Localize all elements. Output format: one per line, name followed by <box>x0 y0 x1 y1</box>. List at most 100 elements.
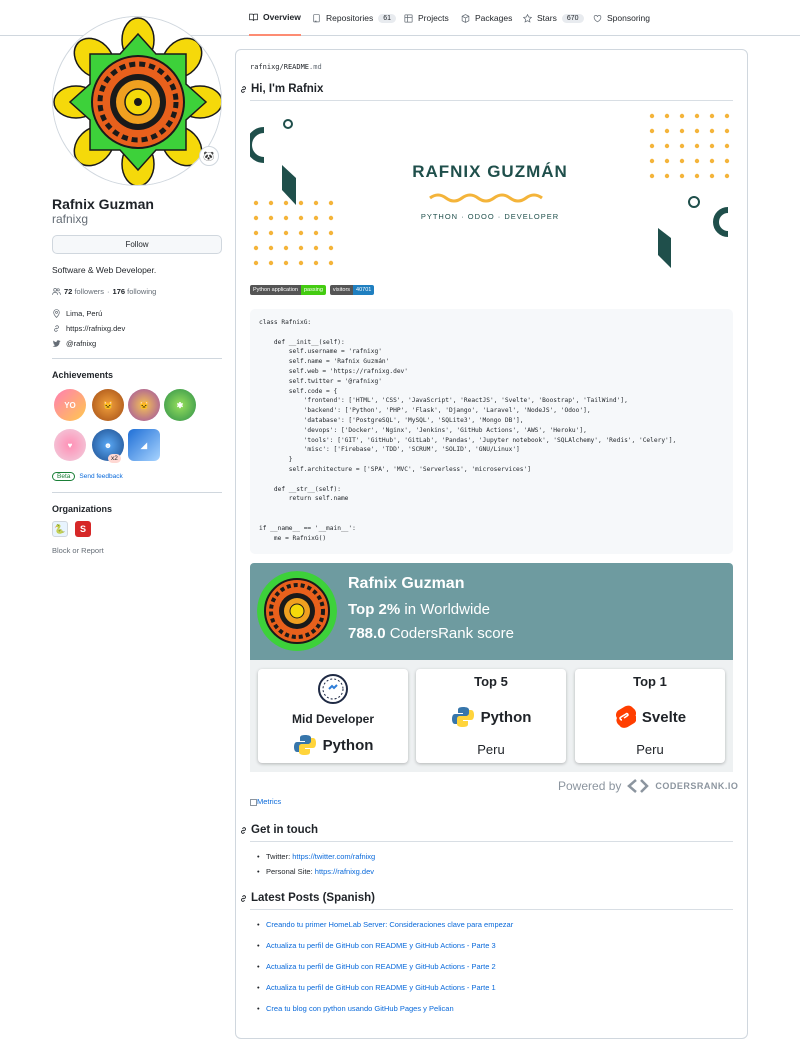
following-link[interactable]: 176 following <box>113 287 157 296</box>
banner-dot <box>724 143 730 149</box>
avatar[interactable] <box>52 16 222 186</box>
rank-scope: in Worldwide <box>404 601 490 618</box>
breadcrumb-user-link[interactable]: rafnixg <box>250 63 280 71</box>
post-link[interactable]: Actualiza tu perfil de GitHub con README… <box>266 941 496 950</box>
banner-dot <box>253 230 259 236</box>
banner-dot <box>664 143 670 149</box>
tab-projects[interactable]: Projects <box>404 0 449 36</box>
codersrank-python-box: Top 5 Python Peru <box>416 669 566 763</box>
top-percent: Top 2% <box>348 601 401 618</box>
badge-row: Python application passing visitors 4070… <box>250 285 375 295</box>
list-item: Crea tu blog con python usando GitHub Pa… <box>257 1004 513 1013</box>
achievement-pull-shark-icon[interactable]: 🐱 <box>128 389 160 421</box>
anchor-link-icon[interactable] <box>239 826 248 835</box>
list-item: Actualiza tu perfil de GitHub con README… <box>257 941 513 950</box>
followers-link[interactable]: 72 followers <box>64 287 104 296</box>
people-icon <box>52 288 61 295</box>
organization-avatar-2[interactable]: S <box>75 521 91 537</box>
banner-dot <box>679 128 685 134</box>
book-icon <box>249 13 258 21</box>
heading-text: Latest Posts (Spanish) <box>251 892 375 904</box>
banner-dot <box>253 200 259 206</box>
score-value: 788.0 <box>348 625 386 642</box>
powered-by[interactable]: Powered by CODERSRANK.IO <box>558 778 738 794</box>
banner-dot <box>328 260 334 266</box>
tab-stars[interactable]: Stars 670 <box>523 0 584 36</box>
website-link[interactable]: https://rafnixg.dev <box>66 324 125 333</box>
tab-overview[interactable]: Overview <box>249 0 301 36</box>
achievement-arctic-code-vault-icon[interactable]: ✱ <box>164 389 196 421</box>
banner-dot <box>313 200 319 206</box>
banner-dot <box>664 128 670 134</box>
anchor-link-icon[interactable] <box>239 894 248 903</box>
post-link[interactable]: Creando tu primer HomeLab Server: Consid… <box>266 920 513 929</box>
banner-dot <box>328 230 334 236</box>
banner-dot <box>298 230 304 236</box>
banner-dot <box>313 245 319 251</box>
status-emoji-icon[interactable]: 🐼 <box>199 146 219 166</box>
svelte-icon <box>615 705 636 728</box>
get-in-touch-heading: Get in touch <box>239 824 318 836</box>
beta-feedback-row: Beta Send feedback <box>52 472 123 481</box>
heart-icon <box>593 14 602 22</box>
codersrank-widget-header[interactable]: Rafnix Guzman Top 2% in Worldwide 788.0 … <box>250 563 733 660</box>
rank-language: Python <box>416 705 566 729</box>
anchor-link-icon[interactable] <box>239 85 248 94</box>
location-text: Lima, Perú <box>66 309 103 318</box>
rank-location: Peru <box>636 742 664 757</box>
tab-repositories[interactable]: Repositories 61 <box>312 0 397 36</box>
badge-right: passing <box>300 285 326 295</box>
python-icon <box>451 707 474 727</box>
twitter-url-link[interactable]: https://twitter.com/rafnixg <box>292 852 375 861</box>
achievement-yolo-icon[interactable]: YO <box>54 389 86 421</box>
banner-dot <box>649 128 655 134</box>
visitors-badge[interactable]: visitors 40701 <box>329 285 375 295</box>
code-content: class RafnixG: def __init__(self): self.… <box>259 319 677 542</box>
badge-right: 40701 <box>353 285 375 295</box>
posts-list: Creando tu primer HomeLab Server: Consid… <box>257 920 513 1013</box>
package-icon <box>461 13 470 23</box>
follow-button[interactable]: Follow <box>52 235 222 254</box>
twitter-item: @rafnixg <box>52 339 96 348</box>
banner-dot <box>253 245 259 251</box>
banner-dot <box>679 143 685 149</box>
star-icon <box>523 13 532 23</box>
codersrank-avatar <box>257 571 337 651</box>
send-feedback-link[interactable]: Send feedback <box>79 473 122 480</box>
location-pin-icon <box>53 309 60 318</box>
post-link[interactable]: Actualiza tu perfil de GitHub con README… <box>266 962 496 971</box>
codersrank-svelte-box: Top 1 Svelte Peru <box>575 669 725 763</box>
twitter-handle[interactable]: @rafnixg <box>66 339 96 348</box>
achievement-heart-icon[interactable]: ♥ <box>54 429 86 461</box>
mandala-avatar-image <box>53 17 221 185</box>
metrics-alt-text: Metrics <box>257 797 282 806</box>
achievement-quickdraw-icon[interactable]: 🐱 <box>92 389 124 421</box>
codersrank-level-box: Mid Developer Python <box>258 669 408 763</box>
codersrank-score-line: 788.0 CodersRank score <box>348 625 514 642</box>
repo-icon <box>313 13 320 22</box>
banner-dot <box>313 230 319 236</box>
developer-badge-icon <box>318 674 348 704</box>
site-label: Personal Site: <box>266 867 313 876</box>
language-name: Python <box>322 736 374 754</box>
tab-packages[interactable]: Packages <box>461 0 512 36</box>
post-link[interactable]: Crea tu blog con python usando GitHub Pa… <box>266 1004 454 1013</box>
metrics-image-link[interactable]: Metrics <box>250 797 281 806</box>
list-item: Twitter: https://twitter.com/rafnixg <box>257 852 375 861</box>
rank-title: Top 1 <box>633 674 667 689</box>
achievement-galaxy-brain-icon[interactable]: ◢ <box>128 429 160 461</box>
site-url-link[interactable]: https://rafnixg.dev <box>315 867 374 876</box>
block-or-report-link[interactable]: Block or Report <box>52 546 104 555</box>
achievements-heading[interactable]: Achievements <box>52 370 113 380</box>
organization-avatar-1[interactable]: 🐍 <box>52 521 68 537</box>
workflow-badge[interactable]: Python application passing <box>250 285 326 295</box>
stars-count-badge: 670 <box>561 13 584 23</box>
badge-left: Python application <box>250 285 301 295</box>
twitter-icon <box>52 340 61 347</box>
tab-sponsoring[interactable]: Sponsoring <box>593 0 650 36</box>
post-link[interactable]: Actualiza tu perfil de GitHub con README… <box>266 983 496 992</box>
codersrank-rank-line: Top 2% in Worldwide <box>348 601 490 618</box>
code-block: class RafnixG: def __init__(self): self.… <box>250 309 733 554</box>
heading-rule <box>250 100 733 101</box>
banner-dot <box>283 230 289 236</box>
